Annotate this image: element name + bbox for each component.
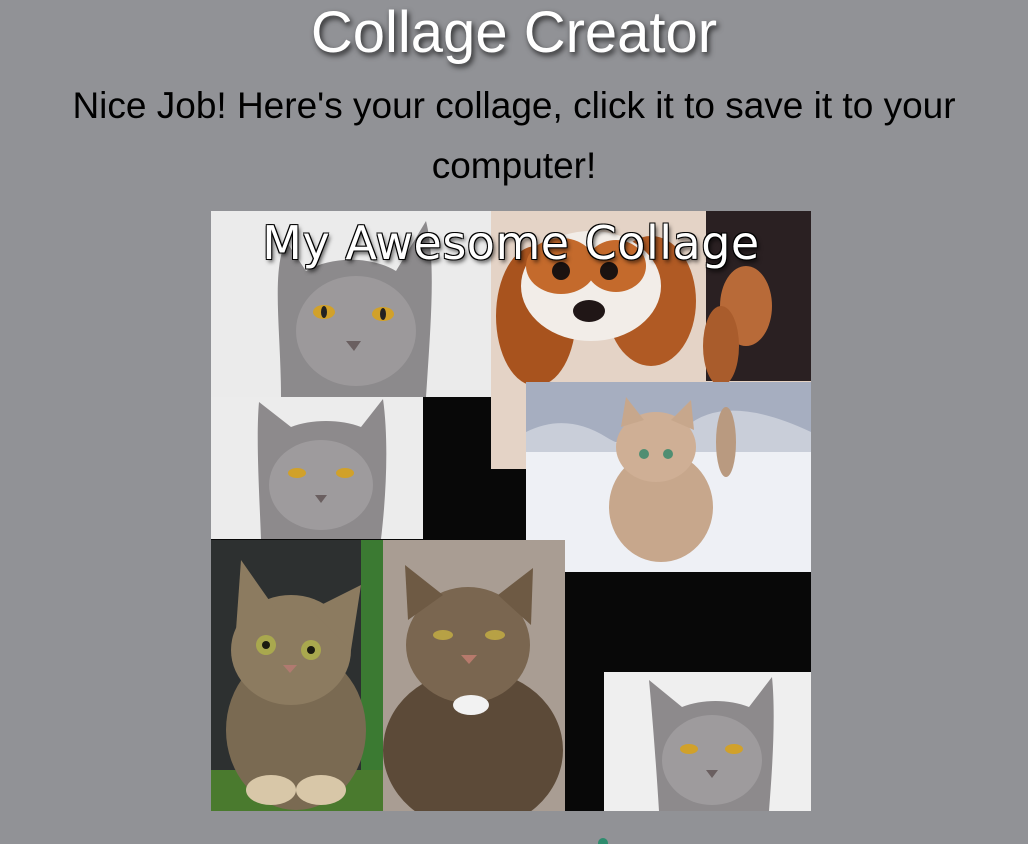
instruction-message: Nice Job! Here's your collage, click it … <box>72 85 956 186</box>
collage-image[interactable]: My Awesome Collage <box>211 211 811 811</box>
collage-caption: My Awesome Collage <box>262 216 760 270</box>
page-title: Collage Creator <box>310 0 718 65</box>
photo-snow-cat <box>526 382 811 572</box>
photo-gray-cat-2 <box>211 397 423 539</box>
partial-element-indicator <box>598 838 608 844</box>
photo-tabby-cat <box>383 540 565 811</box>
photo-tabby-kitten <box>211 540 383 811</box>
photo-gray-cat-3 <box>604 672 811 811</box>
